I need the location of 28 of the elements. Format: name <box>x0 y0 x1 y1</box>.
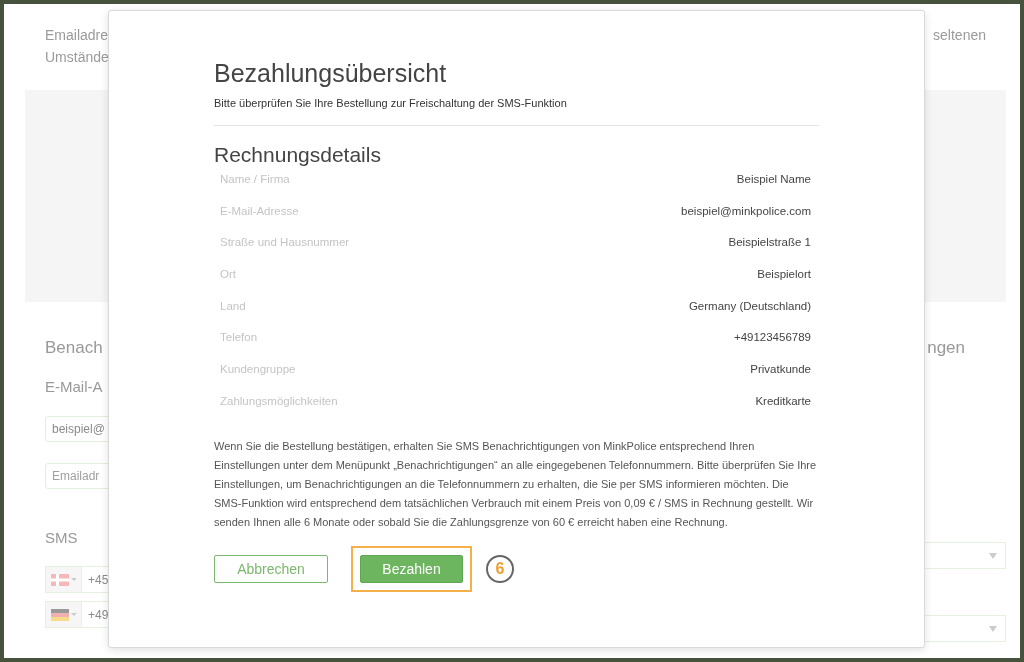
detail-value: Beispielort <box>757 268 811 283</box>
detail-label: Straße und Hausnummer <box>220 236 350 251</box>
detail-label: Name / Firma <box>220 173 290 187</box>
intro-text: Emailadre <box>45 26 109 45</box>
dialog-subtitle: Bitte überprüfen Sie Ihre Bestellung zur Freischaltung der SMS-Funktion <box>214 97 568 109</box>
field-label: E-Mail-A <box>45 378 104 395</box>
detail-value: Privatkunde <box>750 363 811 378</box>
dialog-title: Bezahlungsübersicht <box>214 59 448 88</box>
intro-text: Umstände <box>45 48 109 67</box>
step-marker: 6 <box>486 554 514 583</box>
intro-text: seltenen <box>933 26 986 45</box>
detail-label: Telefon <box>220 331 258 346</box>
detail-value: +49123456789 <box>733 331 811 346</box>
section-title: Rechnungsdetails <box>214 143 382 167</box>
detail-value: Beispiel Name <box>736 173 811 187</box>
detail-label: Kundengruppe <box>220 363 296 378</box>
section-heading: Benach <box>45 338 104 358</box>
section-heading: ngen <box>927 338 965 358</box>
detail-label: E-Mail-Adresse <box>220 204 299 219</box>
notice-text: Wenn Sie die Bestellung bestätigen, erhalten Sie SMS Benachrichtigungen von MinkPolice entsprechend Ihren Einstellungen unter dem Menüpunkt „Benachrichtigungen“ an alle eingegebenen Telefonnummern. Bitte überprüfen Sie Ihre Einstellungen, um Benachrichtigungen an die Telefonnummern zu erhalten, die Sie per SMS informieren möchten. Die SMS-Funktion wird entsprechend dem tatsächlichen Verbrauch mit einem Preis von 0,09 € / SMS in Rechnung gestellt. Wir senden Ihnen alle 6 Monate oder sobald Sie die Zahlungsgrenze von 60 € erreicht haben eine Rechnung. <box>214 438 818 530</box>
detail-label: Zahlungsmöglichkeiten <box>220 394 338 409</box>
detail-value: Germany (Deutschland) <box>688 299 811 314</box>
detail-value: Beispielstraße 1 <box>728 236 811 251</box>
detail-value: beispiel@minkpolice.com <box>681 204 811 219</box>
detail-label: Land <box>220 299 246 314</box>
detail-label: Ort <box>220 268 236 283</box>
detail-value: Kreditkarte <box>755 394 811 409</box>
field-label: SMS <box>45 529 79 546</box>
